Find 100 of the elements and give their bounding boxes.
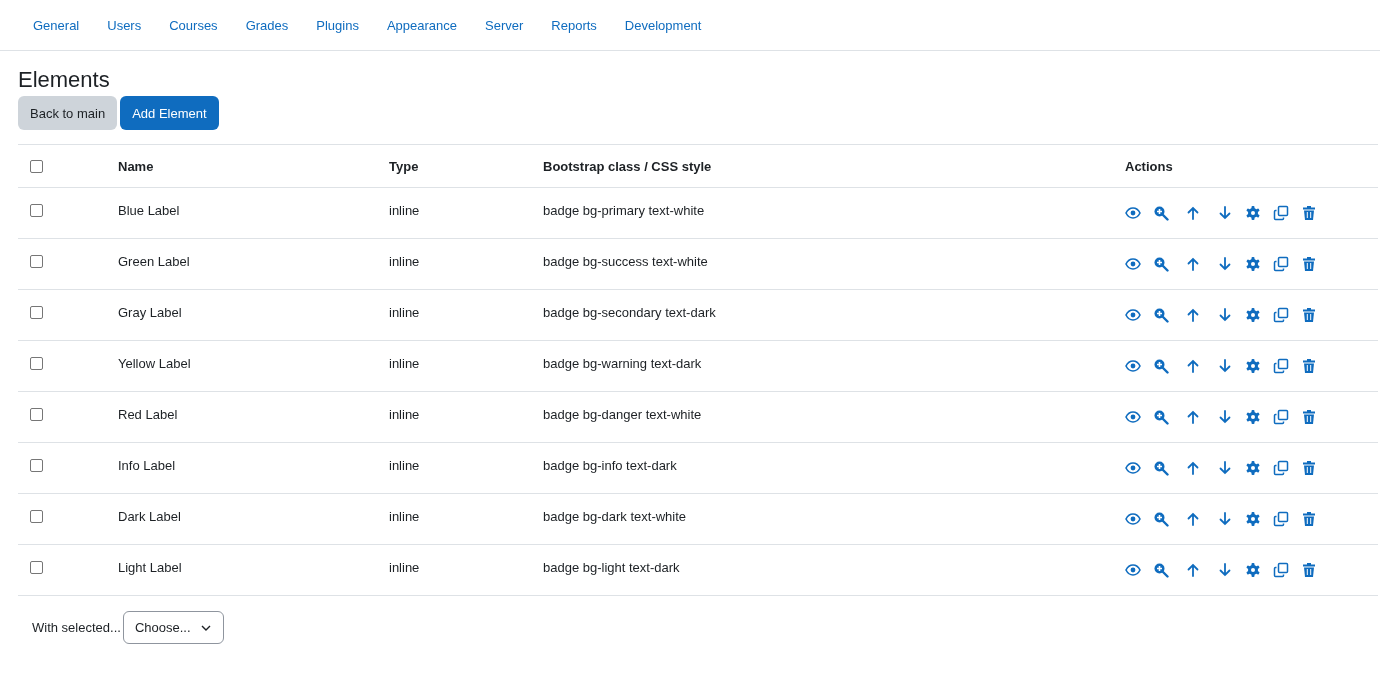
zoom-in-icon[interactable] — [1153, 358, 1169, 374]
table-cell: badge bg-danger text-white — [543, 407, 702, 422]
copy-icon[interactable] — [1273, 205, 1289, 221]
settings-icon[interactable] — [1245, 562, 1261, 578]
row-checkbox[interactable] — [30, 510, 43, 523]
table-cell: Red Label — [118, 407, 178, 422]
arrow-up-icon[interactable] — [1185, 460, 1201, 476]
eye-icon[interactable] — [1125, 409, 1141, 425]
arrow-down-icon[interactable] — [1217, 205, 1233, 221]
arrow-up-icon[interactable] — [1185, 307, 1201, 323]
zoom-in-icon[interactable] — [1153, 409, 1169, 425]
trash-icon[interactable] — [1301, 256, 1317, 272]
bulk-action-label: With selected... — [32, 620, 121, 635]
settings-icon[interactable] — [1245, 511, 1261, 527]
trash-icon[interactable] — [1301, 562, 1317, 578]
bulk-action-select[interactable]: Choose... — [122, 611, 224, 644]
add-button[interactable]: Add Element — [120, 96, 219, 130]
column-header: Type — [389, 158, 419, 174]
table-cell: badge bg-info text-dark — [543, 458, 677, 473]
nav-tab[interactable]: Users — [93, 9, 156, 41]
zoom-in-icon[interactable] — [1153, 460, 1169, 476]
arrow-up-icon[interactable] — [1185, 205, 1201, 221]
copy-icon[interactable] — [1273, 256, 1289, 272]
nav-tab[interactable]: Server — [471, 9, 538, 41]
row-checkbox[interactable] — [30, 204, 43, 217]
copy-icon[interactable] — [1273, 460, 1289, 476]
page-heading: Elements — [18, 67, 111, 93]
settings-icon[interactable] — [1245, 409, 1261, 425]
table-cell: Blue Label — [118, 203, 180, 218]
table-cell: inline — [389, 509, 420, 524]
table-cell: Yellow Label — [118, 356, 191, 371]
zoom-in-icon[interactable] — [1153, 256, 1169, 272]
table-cell: badge bg-warning text-dark — [543, 356, 702, 371]
zoom-in-icon[interactable] — [1153, 562, 1169, 578]
table-cell: inline — [389, 203, 420, 218]
table-cell: badge bg-success text-white — [543, 254, 708, 269]
table-cell: Info Label — [118, 458, 176, 473]
settings-icon[interactable] — [1245, 256, 1261, 272]
copy-icon[interactable] — [1273, 409, 1289, 425]
copy-icon[interactable] — [1273, 307, 1289, 323]
eye-icon[interactable] — [1125, 205, 1141, 221]
settings-icon[interactable] — [1245, 358, 1261, 374]
trash-icon[interactable] — [1301, 205, 1317, 221]
eye-icon[interactable] — [1125, 460, 1141, 476]
arrow-up-icon[interactable] — [1185, 256, 1201, 272]
copy-icon[interactable] — [1273, 511, 1289, 527]
table-cell: inline — [389, 356, 420, 371]
arrow-up-icon[interactable] — [1185, 562, 1201, 578]
arrow-up-icon[interactable] — [1185, 358, 1201, 374]
table-cell: badge bg-secondary text-dark — [543, 305, 716, 320]
eye-icon[interactable] — [1125, 562, 1141, 578]
table-cell: badge bg-primary text-white — [543, 203, 705, 218]
row-checkbox[interactable] — [30, 459, 43, 472]
nav-tab[interactable]: Grades — [231, 9, 303, 41]
trash-icon[interactable] — [1301, 460, 1317, 476]
back-button[interactable]: Back to main — [18, 96, 118, 130]
settings-icon[interactable] — [1245, 460, 1261, 476]
zoom-in-icon[interactable] — [1153, 205, 1169, 221]
column-header: Actions — [1125, 158, 1173, 174]
zoom-in-icon[interactable] — [1153, 511, 1169, 527]
table-cell: Light Label — [118, 560, 182, 575]
eye-icon[interactable] — [1125, 256, 1141, 272]
settings-icon[interactable] — [1245, 307, 1261, 323]
eye-icon[interactable] — [1125, 358, 1141, 374]
arrow-down-icon[interactable] — [1217, 511, 1233, 527]
trash-icon[interactable] — [1301, 409, 1317, 425]
nav-tab[interactable]: Plugins — [302, 9, 373, 41]
trash-icon[interactable] — [1301, 307, 1317, 323]
table-cell: Dark Label — [118, 509, 181, 524]
nav-tab[interactable]: Reports — [537, 9, 611, 41]
select-all-checkbox[interactable] — [30, 159, 43, 173]
arrow-down-icon[interactable] — [1217, 358, 1233, 374]
zoom-in-icon[interactable] — [1153, 307, 1169, 323]
arrow-down-icon[interactable] — [1217, 409, 1233, 425]
nav-tab[interactable]: Courses — [155, 9, 232, 41]
arrow-up-icon[interactable] — [1185, 511, 1201, 527]
row-checkbox[interactable] — [30, 357, 43, 370]
trash-icon[interactable] — [1301, 358, 1317, 374]
copy-icon[interactable] — [1273, 562, 1289, 578]
table-cell: inline — [389, 305, 420, 320]
arrow-down-icon[interactable] — [1217, 256, 1233, 272]
settings-icon[interactable] — [1245, 205, 1261, 221]
arrow-down-icon[interactable] — [1217, 562, 1233, 578]
table-cell: inline — [389, 458, 420, 473]
table-cell: inline — [389, 254, 420, 269]
eye-icon[interactable] — [1125, 511, 1141, 527]
nav-tab[interactable]: Appearance — [372, 9, 472, 41]
row-checkbox[interactable] — [30, 561, 43, 574]
arrow-down-icon[interactable] — [1217, 460, 1233, 476]
row-checkbox[interactable] — [30, 408, 43, 421]
row-checkbox[interactable] — [30, 306, 43, 319]
arrow-down-icon[interactable] — [1217, 307, 1233, 323]
nav-tab[interactable]: General — [19, 9, 94, 41]
trash-icon[interactable] — [1301, 511, 1317, 527]
nav-tab[interactable]: Development — [610, 9, 716, 41]
eye-icon[interactable] — [1125, 307, 1141, 323]
copy-icon[interactable] — [1273, 358, 1289, 374]
table-cell: Green Label — [118, 254, 190, 269]
row-checkbox[interactable] — [30, 255, 43, 268]
arrow-up-icon[interactable] — [1185, 409, 1201, 425]
